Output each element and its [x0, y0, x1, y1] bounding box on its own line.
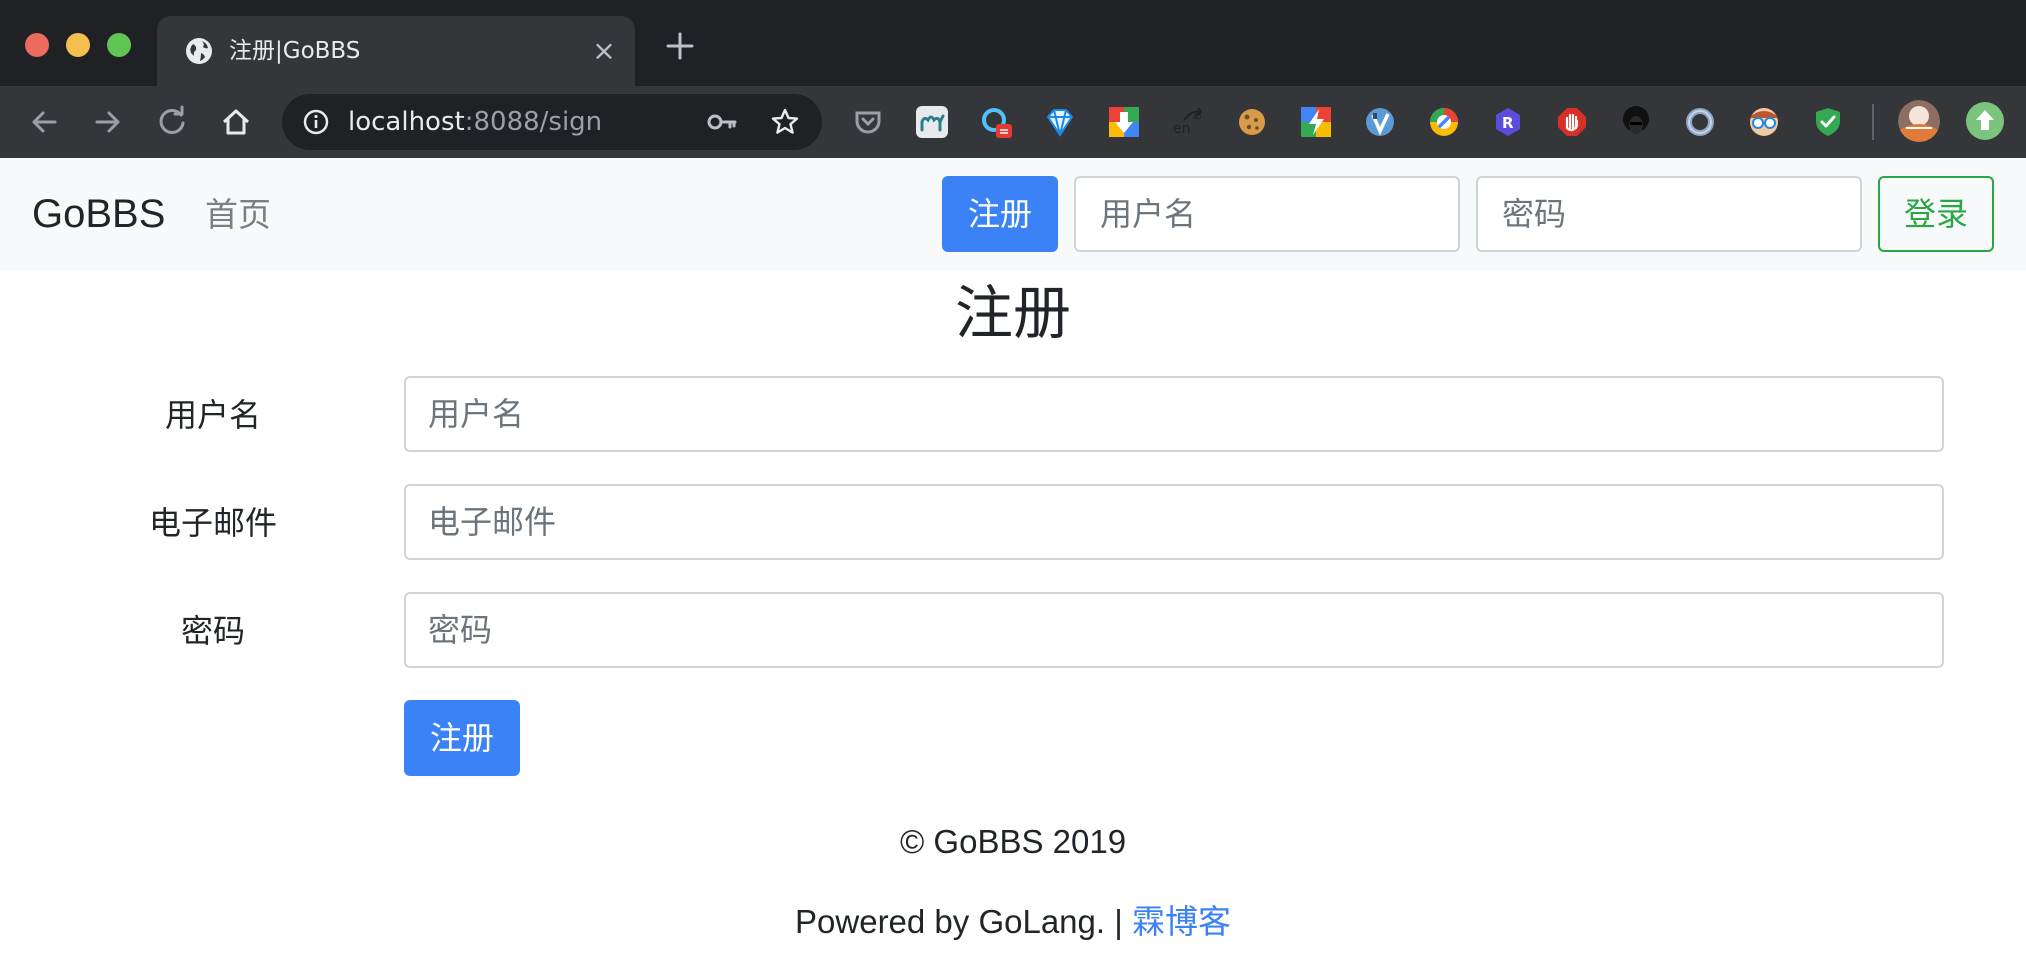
username-input[interactable]: 用户名 — [404, 376, 1944, 452]
new-tab-icon[interactable] — [664, 30, 696, 62]
email-input[interactable]: 电子邮件 — [404, 484, 1944, 560]
window-minimize-button[interactable] — [66, 33, 90, 57]
avatar-extension-icon[interactable] — [1898, 100, 1940, 142]
window-maximize-button[interactable] — [107, 33, 131, 57]
chrome-colored-icon[interactable] — [1428, 106, 1460, 138]
url-text: localhost:8088/sign — [348, 106, 602, 138]
nav-signup-button[interactable]: 注册 — [942, 176, 1058, 252]
nav-home-link[interactable]: 首页 — [205, 194, 271, 236]
pocket-icon[interactable] — [852, 106, 884, 138]
back-icon[interactable] — [25, 103, 63, 141]
nav-login-button[interactable]: 登录 — [1878, 176, 1994, 252]
info-icon[interactable] — [302, 108, 330, 136]
translate-icon[interactable]: en あ — [1172, 106, 1204, 138]
browser-toolbar: localhost:8088/sign en あ R — [0, 86, 2026, 158]
address-bar[interactable]: localhost:8088/sign — [282, 94, 822, 150]
window-close-button[interactable] — [25, 33, 49, 57]
shield-check-icon[interactable] — [1812, 106, 1844, 138]
footer-copyright: © GoBBS 2019 — [899, 823, 1127, 860]
footer-powered-by: Powered by GoLang. | 霖博客 — [0, 902, 2026, 942]
page-title: 注册 — [954, 279, 1071, 347]
password-input[interactable]: 密码 — [404, 592, 1944, 668]
email-label: 电子邮件 — [148, 504, 277, 542]
ocr-icon[interactable] — [980, 106, 1012, 138]
svg-text:en: en — [1173, 121, 1191, 137]
upload-arrow-icon[interactable] — [1966, 102, 2004, 140]
url-path: :8088/sign — [464, 107, 603, 137]
vimium-icon[interactable] — [1364, 106, 1396, 138]
tab-close-icon[interactable]: × — [589, 36, 619, 66]
browser-titlebar: 注册|GoBBS × — [0, 0, 2026, 86]
globe-icon — [186, 38, 212, 64]
submit-signup-button[interactable]: 注册 — [404, 700, 520, 776]
brand-logo[interactable]: GoBBS — [32, 192, 165, 236]
key-icon[interactable] — [706, 108, 738, 136]
svg-text:R: R — [1502, 114, 1514, 132]
afro-icon[interactable] — [1620, 106, 1652, 138]
forward-icon[interactable] — [89, 103, 127, 141]
nav-username-input[interactable]: 用户名 — [1074, 176, 1460, 252]
lightning-icon[interactable] — [1300, 106, 1332, 138]
ring-icon[interactable] — [1684, 106, 1716, 138]
browser-tab-active[interactable]: 注册|GoBBS × — [157, 16, 635, 86]
bookmark-star-icon[interactable] — [770, 107, 800, 137]
glasses-face-icon[interactable] — [1748, 106, 1780, 138]
svg-text:あ: あ — [1192, 110, 1202, 122]
tab-title: 注册|GoBBS — [229, 38, 361, 64]
download-icon[interactable] — [1108, 106, 1140, 138]
reload-icon[interactable] — [153, 103, 191, 141]
nav-password-input[interactable]: 密码 — [1476, 176, 1862, 252]
camel-icon[interactable] — [916, 106, 948, 138]
r-icon[interactable]: R — [1492, 106, 1524, 138]
home-icon[interactable] — [217, 103, 255, 141]
powered-text: Powered by GoLang. | — [795, 903, 1132, 940]
diamond-icon[interactable] — [1044, 106, 1076, 138]
password-label: 密码 — [180, 612, 245, 650]
url-host: localhost — [348, 107, 465, 137]
site-navbar: GoBBS 首页 注册 用户名 密码 登录 — [0, 158, 2026, 270]
toolbar-separator — [1872, 104, 1874, 140]
cookie-icon[interactable] — [1236, 106, 1268, 138]
adblock-icon[interactable] — [1556, 106, 1588, 138]
username-label: 用户名 — [164, 396, 261, 434]
blog-link[interactable]: 霖博客 — [1132, 903, 1231, 940]
